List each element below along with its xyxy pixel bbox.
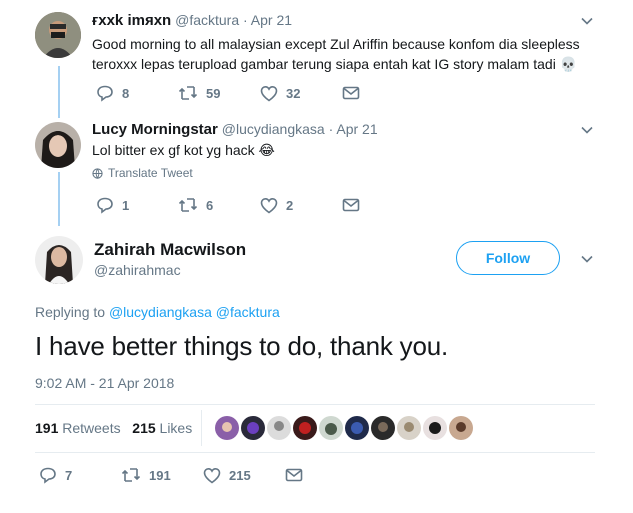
dm-button[interactable]	[342, 196, 360, 214]
thread-line	[58, 66, 60, 118]
reply-count: 1	[122, 197, 130, 213]
thread-line	[58, 172, 60, 226]
liker-avatar[interactable]	[345, 416, 369, 440]
avatar[interactable]	[35, 236, 83, 284]
envelope-icon	[342, 86, 360, 100]
replying-prefix: Replying to	[35, 304, 106, 320]
retweet-total: 191	[35, 420, 59, 436]
heart-icon	[203, 467, 221, 483]
dm-button[interactable]	[285, 466, 303, 484]
avatar[interactable]	[35, 122, 81, 168]
envelope-icon	[285, 468, 303, 482]
timestamp[interactable]: 9:02 AM - 21 Apr 2018	[35, 375, 174, 391]
retweet-icon	[178, 198, 198, 212]
replying-to-link[interactable]: @lucydiangkasa	[109, 304, 212, 320]
reply-button[interactable]: 7	[39, 466, 121, 484]
replying-to: Replying to @lucydiangkasa @facktura	[35, 304, 280, 320]
retweet-count: 6	[206, 197, 214, 213]
like-button[interactable]: 32	[260, 84, 342, 102]
divider	[35, 452, 595, 453]
dm-button[interactable]	[342, 84, 360, 102]
translate-tweet-link[interactable]: Translate Tweet	[92, 166, 193, 180]
reply-button[interactable]: 1	[96, 196, 178, 214]
tweet-text-line: teroxxx lepas terupload gambar terung si…	[92, 56, 578, 72]
liker-avatar[interactable]	[423, 416, 447, 440]
retweet-icon	[178, 86, 198, 100]
heart-icon	[260, 85, 278, 101]
follow-button[interactable]: Follow	[456, 241, 560, 275]
liker-avatar[interactable]	[371, 416, 395, 440]
reply-count: 7	[65, 467, 73, 483]
reply-count: 8	[122, 85, 130, 101]
like-total: 215	[132, 420, 156, 436]
reply-button[interactable]: 8	[96, 84, 178, 102]
display-name[interactable]: ғxxk imяxn	[92, 12, 171, 29]
reply-icon	[40, 467, 56, 484]
handle[interactable]: @facktura	[175, 12, 239, 28]
retweet-count: 191	[149, 467, 171, 483]
retweets-stat[interactable]: 191 Retweets	[35, 420, 121, 436]
reply-icon	[97, 85, 113, 102]
liker-avatar[interactable]	[267, 416, 291, 440]
tweet-text: Lol bitter ex gf kot yg hack 😂	[92, 142, 275, 158]
like-label: Likes	[159, 420, 193, 436]
liker-avatar[interactable]	[215, 416, 239, 440]
retweet-icon	[121, 468, 141, 482]
translate-label: Translate Tweet	[108, 166, 193, 180]
like-count: 215	[229, 467, 251, 483]
stat-separator	[201, 410, 202, 446]
reply-icon	[97, 197, 113, 214]
envelope-icon	[342, 198, 360, 212]
display-name[interactable]: Lucy Morningstar	[92, 121, 218, 138]
retweet-button[interactable]: 59	[178, 84, 260, 102]
retweet-count: 59	[206, 85, 221, 101]
liker-avatar[interactable]	[397, 416, 421, 440]
liker-avatar[interactable]	[241, 416, 265, 440]
chevron-down-icon[interactable]	[581, 253, 593, 265]
display-name[interactable]: Zahirah Macwilson	[94, 240, 246, 260]
likes-stat[interactable]: 215 Likes	[132, 420, 192, 436]
handle[interactable]: @zahirahmac	[94, 262, 181, 278]
globe-icon	[92, 167, 103, 179]
heart-icon	[260, 197, 278, 213]
replying-to-link[interactable]: @facktura	[216, 304, 280, 320]
retweet-button[interactable]: 6	[178, 196, 260, 214]
liker-avatar[interactable]	[449, 416, 473, 440]
like-button[interactable]: 215	[203, 466, 285, 484]
liker-avatar[interactable]	[293, 416, 317, 440]
tweet-date[interactable]: · Apr 21	[243, 12, 292, 28]
retweet-label: Retweets	[62, 420, 121, 436]
handle[interactable]: @lucydiangkasa	[222, 121, 325, 137]
like-count: 2	[286, 197, 294, 213]
like-button[interactable]: 2	[260, 196, 342, 214]
tweet-text: I have better things to do, thank you.	[35, 331, 449, 361]
like-count: 32	[286, 85, 301, 101]
chevron-down-icon[interactable]	[581, 15, 593, 27]
tweet-date[interactable]: · Apr 21	[329, 121, 378, 137]
engagement-stats: 191 Retweets 215 Likes	[35, 420, 192, 436]
liker-avatar[interactable]	[319, 416, 343, 440]
chevron-down-icon[interactable]	[581, 124, 593, 136]
likers-avatars	[215, 416, 475, 440]
retweet-button[interactable]: 191	[121, 466, 203, 484]
avatar[interactable]	[35, 12, 81, 58]
divider	[35, 404, 595, 405]
tweet-text-line: Good morning to all malaysian except Zul…	[92, 36, 580, 52]
